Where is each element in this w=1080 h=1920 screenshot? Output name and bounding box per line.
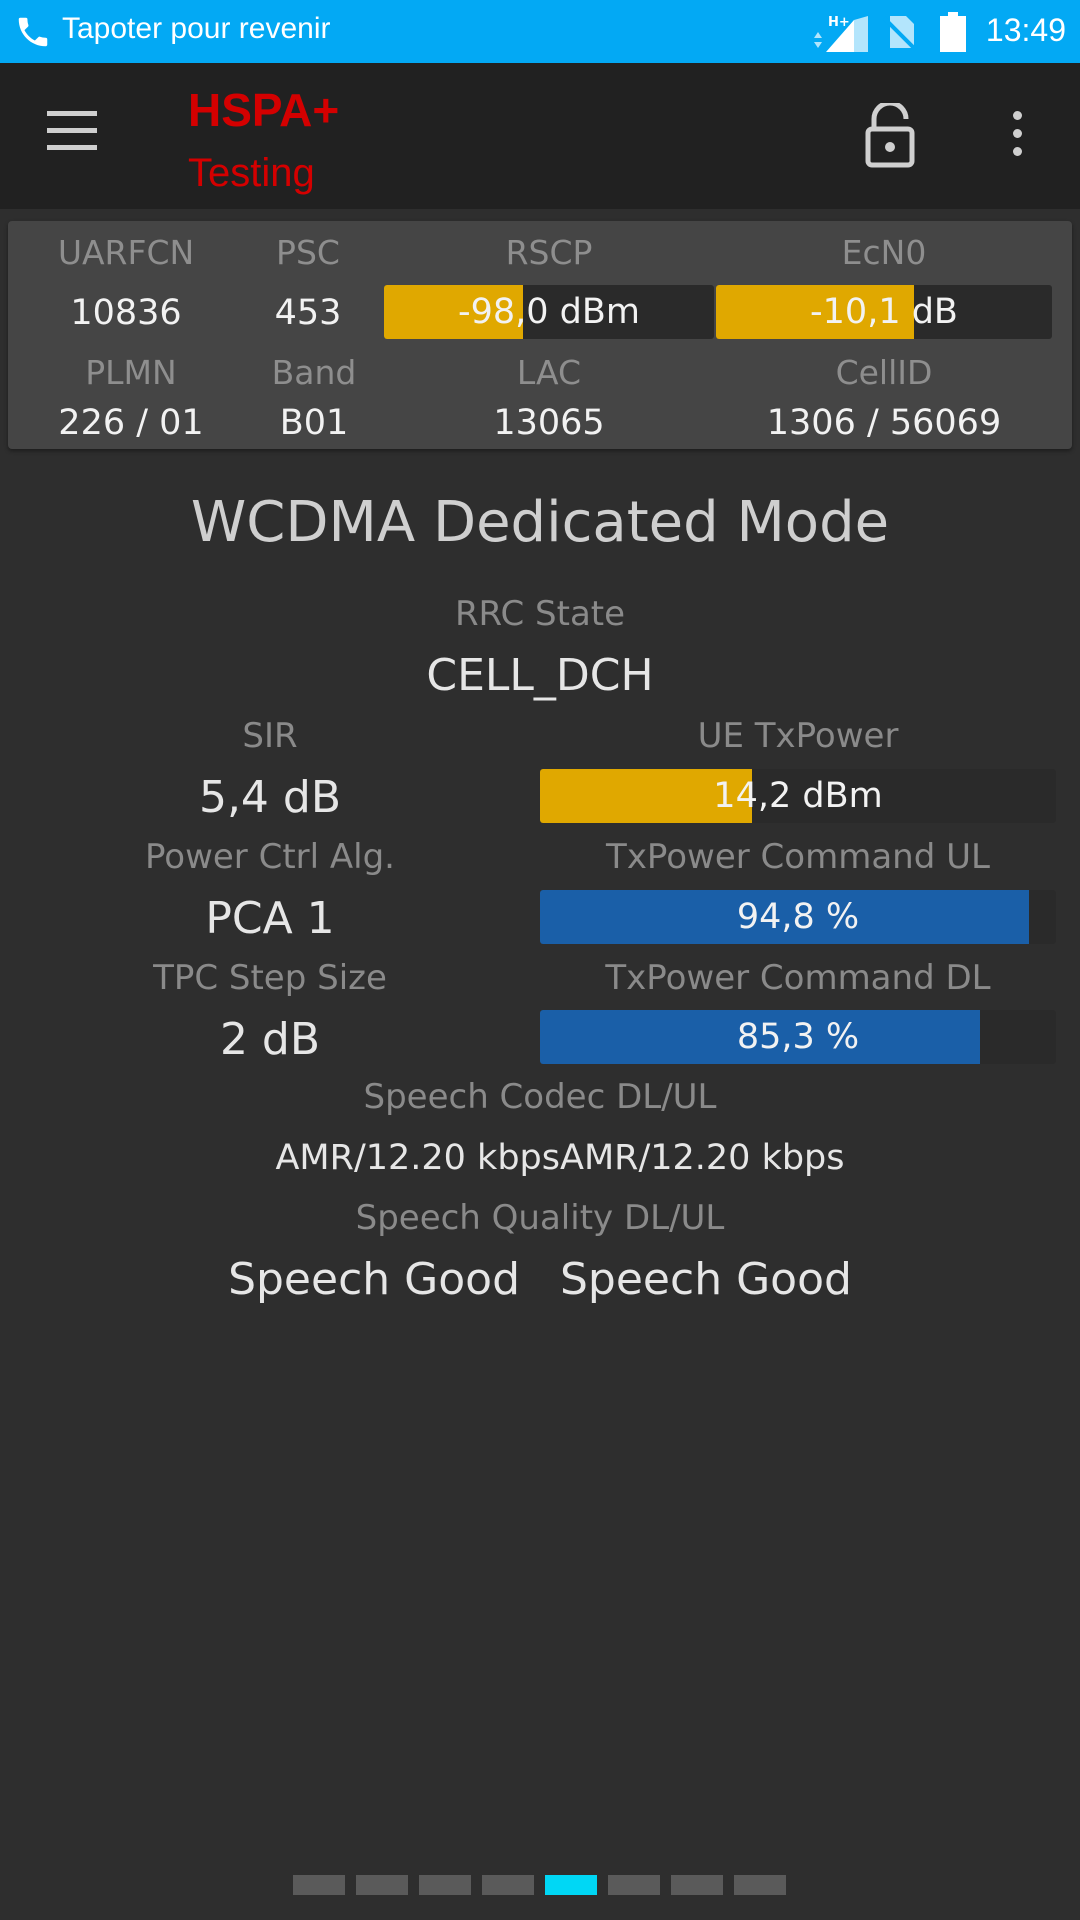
- battery-icon: [940, 12, 966, 52]
- tpc-step-label: TPC Step Size: [153, 958, 387, 998]
- ue-txpower-value: 14,2 dBm: [713, 776, 883, 816]
- uarfcn-label: UARFCN: [57, 233, 195, 272]
- power-ctrl-alg-label: Power Ctrl Alg.: [144, 837, 395, 877]
- plmn-label: PLMN: [85, 353, 177, 392]
- lac-value: 13065: [493, 403, 605, 443]
- cellid-value: 1306 / 56069: [766, 403, 1002, 443]
- rrc-state-label: RRC State: [454, 594, 626, 634]
- band-label: Band: [271, 353, 357, 392]
- more-vert-icon[interactable]: [1000, 111, 1034, 161]
- app-subtitle: Testing: [188, 151, 315, 195]
- cell-info-card: UARFCN PSC RSCP EcN0 10836 453 -98,0 dBm…: [8, 221, 1072, 449]
- speech-codec-label: Speech Codec DL/UL: [363, 1077, 717, 1117]
- psc-label: PSC: [276, 233, 340, 272]
- ecn0-bar: -10,1 dB: [716, 285, 1052, 339]
- phone-icon: [18, 17, 48, 47]
- no-sim-icon: [882, 16, 918, 52]
- ue-txpower-bar: 14,2 dBm: [540, 769, 1056, 823]
- uarfcn-value: 10836: [70, 293, 182, 333]
- psc-value: 453: [274, 293, 342, 333]
- app-toolbar: HSPA+ Testing: [0, 63, 1080, 209]
- txpower-cmd-ul-value: 94,8 %: [736, 897, 860, 937]
- page-dot[interactable]: [293, 1875, 345, 1895]
- txpower-cmd-dl-value: 85,3 %: [736, 1017, 860, 1057]
- clock: 13:49: [985, 12, 1066, 48]
- sir-value: 5,4 dB: [198, 772, 342, 823]
- page-dot[interactable]: [734, 1875, 786, 1895]
- lac-label: LAC: [516, 353, 582, 392]
- plmn-value: 226 / 01: [58, 403, 204, 443]
- rscp-bar: -98,0 dBm: [384, 285, 714, 339]
- tpc-step-value: 2 dB: [219, 1014, 321, 1065]
- speech-quality-ul-value: Speech Good: [560, 1254, 852, 1305]
- speech-codec-ul-value: AMR/12.20 kbps: [560, 1138, 845, 1178]
- rrc-state-value: CELL_DCH: [426, 650, 654, 701]
- ecn0-value: -10,1 dB: [810, 292, 958, 332]
- txpower-cmd-dl-bar: 85,3 %: [540, 1010, 1056, 1064]
- network-type: H+: [828, 15, 850, 30]
- page-dot[interactable]: [482, 1875, 534, 1895]
- status-return-text[interactable]: Tapoter pour revenir: [62, 12, 330, 46]
- speech-quality-dl-value: Speech Good: [228, 1254, 520, 1305]
- page-dot[interactable]: [671, 1875, 723, 1895]
- page-dot[interactable]: [356, 1875, 408, 1895]
- cellid-label: CellID: [835, 353, 933, 392]
- speech-quality-label: Speech Quality DL/UL: [355, 1198, 725, 1238]
- page-title: WCDMA Dedicated Mode: [190, 490, 890, 555]
- rscp-label: RSCP: [505, 233, 593, 272]
- page-dot[interactable]: [419, 1875, 471, 1895]
- page-dot[interactable]: [608, 1875, 660, 1895]
- rscp-value: -98,0 dBm: [457, 292, 640, 332]
- menu-icon[interactable]: [44, 111, 100, 161]
- txpower-cmd-ul-label: TxPower Command UL: [606, 837, 990, 877]
- sir-label: SIR: [242, 716, 298, 756]
- ecn0-label: EcN0: [841, 233, 927, 272]
- band-value: B01: [279, 403, 349, 443]
- status-bar: Tapoter pour revenir H+ 13:49: [0, 0, 1080, 63]
- signal-icon: H+: [814, 15, 868, 52]
- page-dot[interactable]: [545, 1875, 597, 1895]
- txpower-cmd-dl-label: TxPower Command DL: [605, 958, 991, 998]
- speech-codec-dl-value: AMR/12.20 kbps: [275, 1138, 560, 1178]
- txpower-cmd-ul-bar: 94,8 %: [540, 890, 1056, 944]
- app-title: HSPA+: [188, 84, 340, 136]
- lock-open-icon[interactable]: [862, 103, 918, 169]
- power-ctrl-alg-value: PCA 1: [205, 893, 335, 944]
- ue-txpower-label: UE TxPower: [697, 716, 899, 756]
